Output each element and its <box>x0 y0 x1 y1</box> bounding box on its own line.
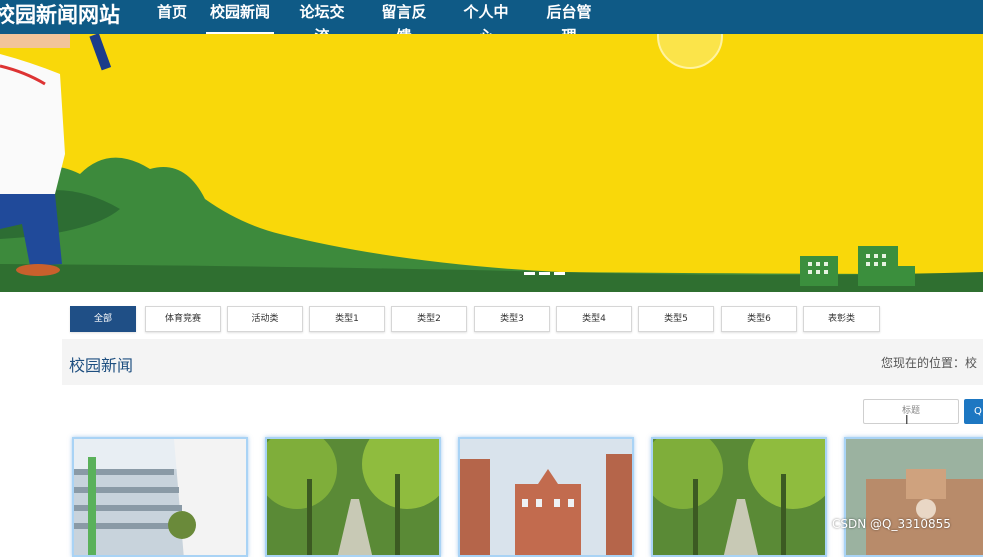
filter-all[interactable]: 全部 <box>70 306 136 332</box>
news-card-image <box>653 439 825 555</box>
filter-commendation[interactable]: 表彰类 <box>803 306 880 332</box>
nav-item-personal-center[interactable]: 个人中心 <box>457 0 515 45</box>
news-card-image <box>460 439 632 555</box>
filter-type1[interactable]: 类型1 <box>309 306 385 332</box>
top-nav: 校园新闻网站 首页 校园新闻 论坛交流 留言反馈 个人中心 后台管理 <box>0 0 983 45</box>
nav-item-home[interactable]: 首页 <box>157 0 187 34</box>
nav-item-admin[interactable]: 后台管理 <box>540 0 598 45</box>
carousel-dot[interactable] <box>539 272 550 275</box>
banner-illustration <box>0 34 983 292</box>
carousel-dots <box>524 272 565 276</box>
filter-activity[interactable]: 活动类 <box>227 306 303 332</box>
search-input[interactable]: 标题 <box>863 399 959 424</box>
watermark: CSDN @Q_3310855 <box>832 517 951 531</box>
section-title: 校园新闻 <box>69 356 134 375</box>
carousel-dot[interactable] <box>524 272 535 275</box>
nav-item-feedback[interactable]: 留言反馈 <box>375 0 433 45</box>
nav-item-campus-news[interactable]: 校园新闻 <box>206 0 274 34</box>
carousel-dot[interactable] <box>554 272 565 275</box>
nav-item-forum[interactable]: 论坛交流 <box>293 0 351 45</box>
breadcrumb: 您现在的位置：校 <box>881 356 978 370</box>
news-card[interactable] <box>458 437 634 557</box>
news-card[interactable] <box>72 437 248 557</box>
site-brand[interactable]: 校园新闻网站 <box>0 1 120 29</box>
text-cursor-icon: I <box>905 413 909 427</box>
news-card-image <box>74 439 246 555</box>
search-button[interactable]: Q <box>964 399 983 424</box>
filter-type5[interactable]: 类型5 <box>638 306 714 332</box>
banner-carousel[interactable] <box>0 34 983 292</box>
news-card-image <box>267 439 439 555</box>
filter-type6[interactable]: 类型6 <box>721 306 797 332</box>
news-card[interactable] <box>844 437 983 557</box>
filter-type3[interactable]: 类型3 <box>474 306 550 332</box>
filter-sports[interactable]: 体育竞赛 <box>145 306 221 332</box>
section-header: 校园新闻 您现在的位置：校 <box>62 339 983 385</box>
news-card-image <box>846 439 983 555</box>
filter-type2[interactable]: 类型2 <box>391 306 467 332</box>
filter-type4[interactable]: 类型4 <box>556 306 632 332</box>
news-card[interactable] <box>265 437 441 557</box>
news-card[interactable] <box>651 437 827 557</box>
